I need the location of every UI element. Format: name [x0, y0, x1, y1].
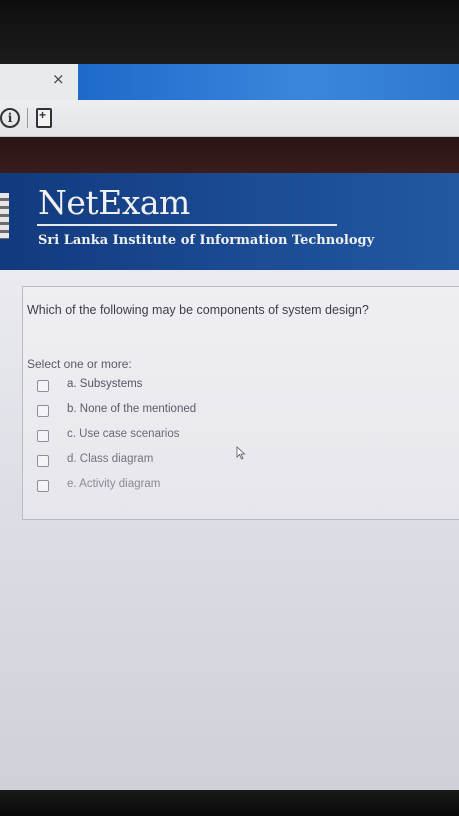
checkbox[interactable] [37, 380, 49, 392]
brand-divider [37, 224, 337, 226]
site-header: NetExam Sri Lanka Institute of Informati… [0, 173, 459, 270]
logo-icon [0, 193, 9, 239]
screen-bezel-top [0, 0, 459, 64]
page-top-strip [0, 137, 459, 173]
mouse-cursor-icon [236, 446, 246, 460]
institute-subtitle: Sri Lanka Institute of Information Techn… [38, 233, 375, 248]
screen-bezel-bottom [0, 790, 459, 816]
option-label[interactable]: d. Class diagram [67, 453, 153, 465]
checkbox[interactable] [37, 405, 49, 417]
tab-strip [78, 64, 459, 100]
brand-title[interactable]: NetExam [38, 183, 190, 222]
browser-tab-bar: × [0, 64, 459, 100]
select-prompt: Select one or more: [27, 357, 132, 371]
question-card: Which of the following may be components… [22, 286, 459, 520]
main-content: Which of the following may be components… [0, 270, 459, 790]
browser-tab[interactable]: × [0, 64, 78, 100]
close-icon[interactable]: × [52, 70, 65, 88]
address-bar[interactable]: i [0, 100, 459, 137]
option-label[interactable]: e. Activity diagram [67, 478, 160, 490]
question-text: Which of the following may be components… [27, 303, 369, 317]
option-label[interactable]: b. None of the mentioned [67, 403, 196, 415]
page-add-icon[interactable] [36, 108, 52, 128]
checkbox[interactable] [37, 455, 49, 467]
option-label[interactable]: a. Subsystems [67, 378, 142, 390]
checkbox[interactable] [37, 430, 49, 442]
info-icon[interactable]: i [0, 108, 20, 128]
divider [27, 108, 28, 128]
checkbox[interactable] [37, 480, 49, 492]
option-label[interactable]: c. Use case scenarios [67, 428, 180, 440]
